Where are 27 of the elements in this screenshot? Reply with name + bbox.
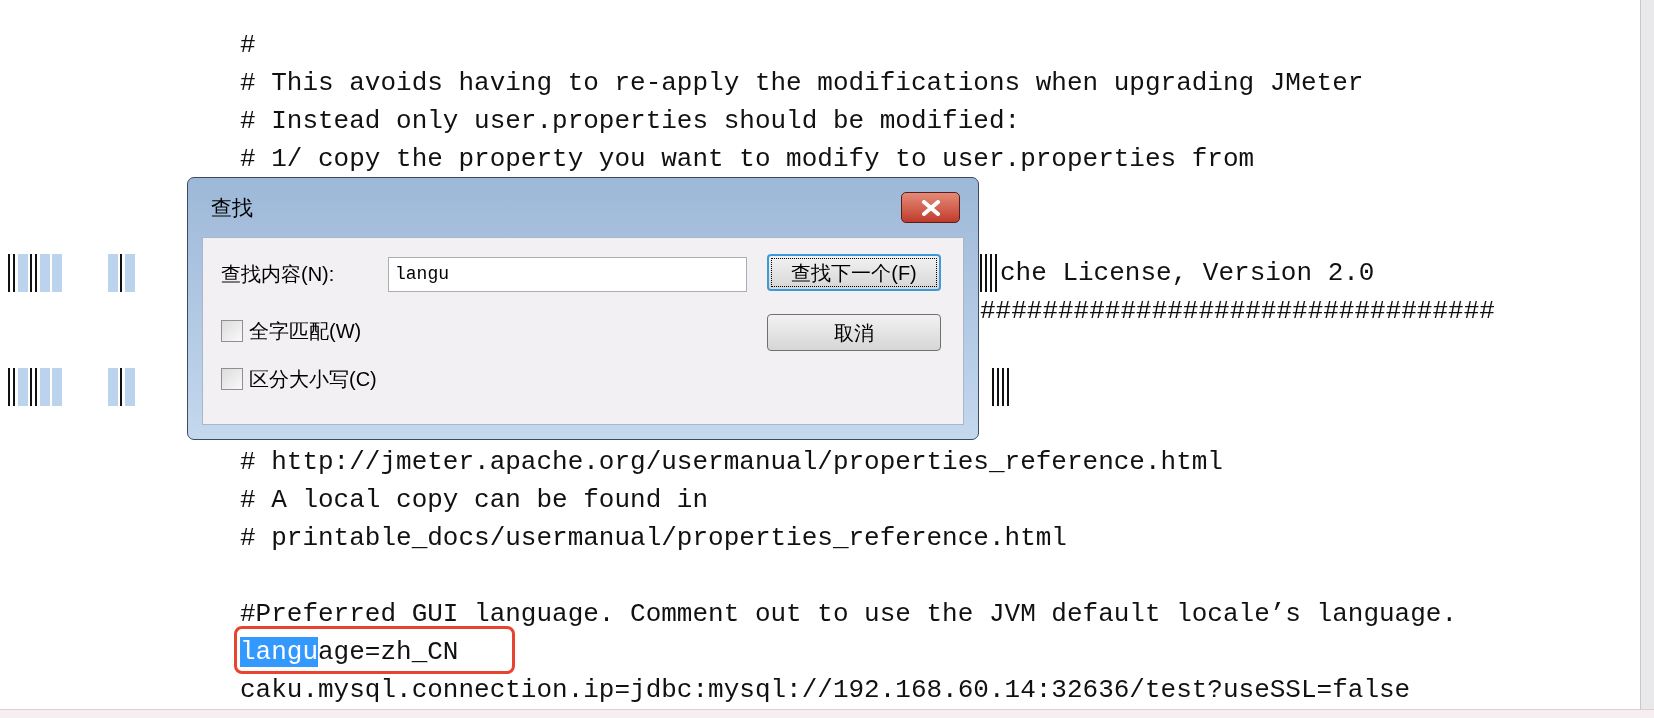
code-line: #Preferred GUI language. Comment out to use the JVM default locale’s language. [240, 597, 1457, 631]
code-line: # A local copy can be found in [240, 484, 709, 518]
code-line: # http://jmeter.apache.org/usermanual/properties_reference.html [240, 446, 1223, 480]
code-line: language=zh_CN [240, 635, 459, 669]
scrollbar[interactable] [1640, 0, 1654, 709]
checkbox[interactable] [221, 368, 243, 390]
glitch-bars-drawing [108, 254, 137, 293]
code-line: # This avoids having to re-apply the modifications when upgrading JMeter [240, 67, 1364, 101]
code-line: # [240, 29, 256, 63]
dialog-title: 查找 [211, 194, 253, 221]
close-button[interactable] [901, 192, 960, 223]
code-line: ################################# [980, 294, 1495, 328]
code-line: che License, Version 2.0 [1000, 256, 1375, 290]
find-label: 查找内容(N): [221, 262, 336, 287]
checkbox[interactable] [221, 320, 243, 342]
code-line: # Instead only user.properties should be modified: [240, 105, 1021, 139]
option-checkbox[interactable]: 全字匹配(W) [221, 316, 362, 346]
glitch-bars-drawing [108, 367, 137, 406]
code-line: # printable_docs/usermanual/properties_reference.html [240, 522, 1067, 556]
glitch-bars-drawing [992, 367, 1012, 406]
code-line: # 1/ copy the property you want to modify to user.properties from [240, 143, 1255, 177]
code-line: caku.mysql.connection.ip=jdbc:mysql://192.168.60.14:32636/test?useSSL=false [240, 673, 1411, 707]
find-input[interactable]: langu [388, 256, 747, 292]
find-next-button[interactable]: 查找下一个(F) [767, 254, 941, 291]
option-checkbox[interactable]: 区分大小写(C) [221, 364, 377, 394]
close-icon [920, 199, 941, 216]
cancel-button[interactable]: 取消 [767, 314, 941, 351]
